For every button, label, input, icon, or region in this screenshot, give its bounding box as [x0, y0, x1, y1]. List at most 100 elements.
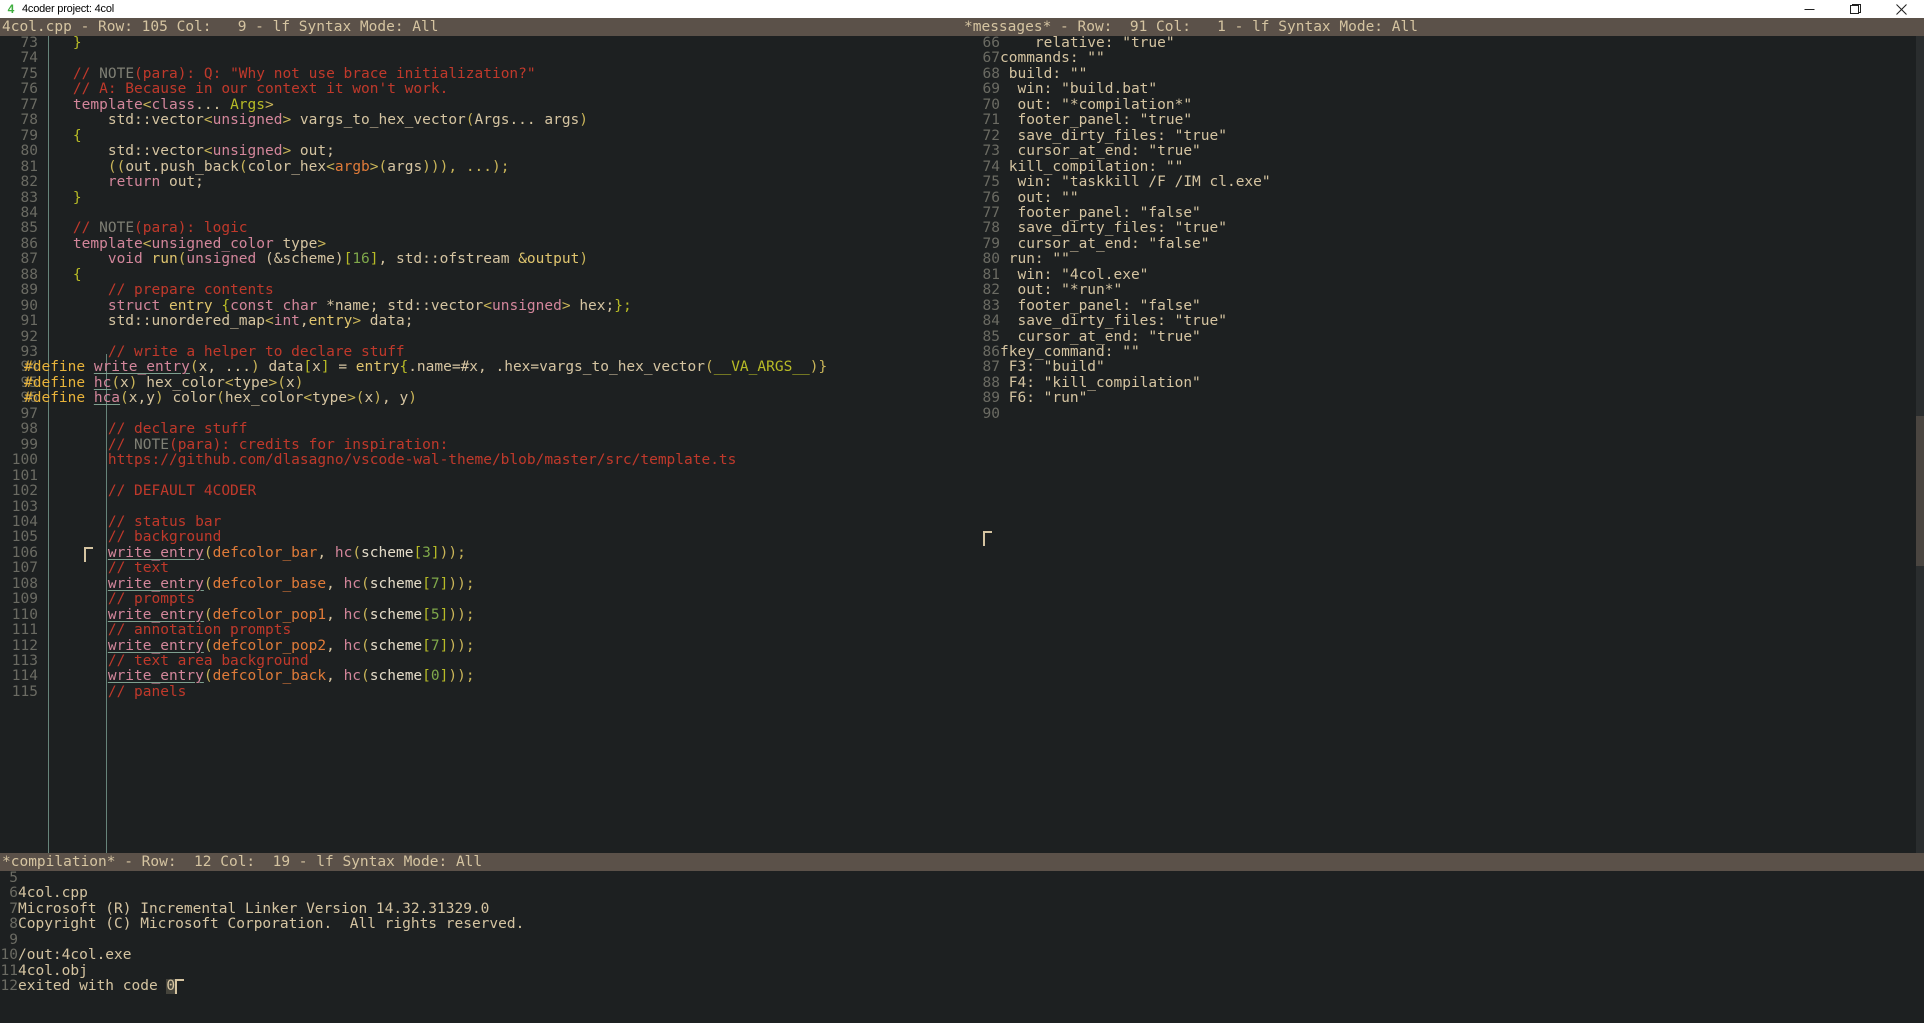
code-line[interactable]: 108 write_entry(defcolor_base, hc(scheme… — [0, 575, 962, 592]
message-line[interactable]: 78 save_dirty_files: "true" — [962, 220, 1227, 236]
line-number: 108 — [11, 575, 38, 592]
code-line[interactable]: 102 // DEFAULT 4CODER — [0, 483, 962, 500]
code-line[interactable]: 109 // prompts — [0, 591, 962, 607]
code-line[interactable]: 76 // A: Because in our context it won't… — [0, 81, 962, 97]
code-line[interactable]: 79 { — [0, 127, 962, 144]
code-token: char — [282, 297, 318, 314]
code-line[interactable]: 114 write_entry(defcolor_back, hc(scheme… — [0, 668, 962, 684]
code-line[interactable]: 93 // write a helper to declare stuff — [0, 344, 962, 360]
line-number: 93 — [20, 344, 38, 360]
code-line[interactable]: 86 template<unsigned_color type> — [0, 236, 962, 252]
right-panel-status-bar[interactable]: *messages* - Row: 91 Col: 1 - lf Syntax … — [962, 18, 1924, 36]
code-line[interactable]: 111 // annotation prompts — [0, 622, 962, 638]
code-line[interactable]: 87 void run(unsigned (&scheme)[16], std:… — [0, 251, 962, 267]
code-line-text: } — [38, 36, 82, 51]
compilation-line[interactable]: 7Microsoft (R) Incremental Linker Versio… — [0, 901, 489, 917]
code-line[interactable]: 81 ((out.push_back(color_hex<argb>(args)… — [0, 159, 962, 175]
compilation-line[interactable]: 8Copyright (C) Microsoft Corporation. Al… — [0, 916, 524, 932]
message-line[interactable]: 76 out: "" — [962, 190, 1079, 206]
line-number: 102 — [11, 483, 38, 500]
code-line[interactable]: 92 — [0, 329, 962, 345]
code-editor-right[interactable]: 66 relative: "true" 67commands: "" 68 buil… — [962, 36, 1924, 853]
code-line[interactable]: 115 // panels — [0, 684, 962, 700]
code-line[interactable]: 104 // status bar — [0, 514, 962, 530]
message-line[interactable]: 77 footer_panel: "false" — [962, 205, 1201, 221]
message-line[interactable]: 87 F3: "build" — [962, 359, 1105, 375]
code-token: (para): logic — [134, 220, 248, 237]
line-number: 79 — [20, 127, 38, 144]
close-button[interactable] — [1878, 0, 1924, 18]
message-line[interactable]: 90 — [962, 406, 1000, 422]
compilation-line[interactable]: 64col.cpp — [0, 885, 88, 901]
code-line[interactable]: 83 } — [0, 190, 962, 206]
message-line[interactable]: 74 kill_compilation: "" — [962, 159, 1184, 175]
message-line[interactable]: 82 out: "*run*" — [962, 282, 1123, 298]
message-line[interactable]: 73 cursor_at_end: "true" — [962, 143, 1201, 159]
message-line[interactable]: 70 out: "*compilation*" — [962, 97, 1193, 113]
code-line[interactable]: 95#define hc(x) hex_color<type>(x) — [0, 375, 962, 391]
code-line[interactable]: 100 https://github.com/dlasagno/vscode-w… — [0, 452, 962, 468]
message-line[interactable]: 86fkey_command: "" — [962, 344, 1140, 360]
code-line[interactable]: 84 — [0, 205, 962, 221]
code-line[interactable]: 78 std::vector<unsigned> vargs_to_hex_ve… — [0, 112, 962, 129]
message-line[interactable]: 85 cursor_at_end: "true" — [962, 329, 1201, 345]
code-line[interactable]: 80 std::vector<unsigned> out; — [0, 143, 962, 159]
code-line[interactable]: 106 write_entry(defcolor_bar, hc(scheme[… — [0, 545, 962, 561]
code-line[interactable]: 107 // text — [0, 560, 962, 576]
minimize-button[interactable] — [1786, 0, 1832, 18]
compilation-line[interactable]: 9 — [0, 932, 18, 948]
code-line[interactable]: 94#define write_entry(x, ...) data[x] = … — [0, 359, 962, 375]
code-line[interactable]: 85 // NOTE(para): logic — [0, 220, 962, 237]
code-line[interactable]: 105 // background — [0, 529, 962, 545]
maximize-button[interactable] — [1832, 0, 1878, 18]
code-line-text: { — [38, 128, 82, 144]
code-token: std::vector — [38, 112, 204, 129]
compilation-line[interactable]: 114col.obj — [0, 963, 88, 979]
code-line[interactable]: 89 // prepare contents — [0, 282, 962, 298]
message-line[interactable]: 75 win: "taskkill /F /IM cl.exe" — [962, 174, 1271, 190]
compilation-panel-status-bar[interactable]: *compilation* - Row: 12 Col: 19 - lf Syn… — [0, 853, 1924, 871]
code-line[interactable]: 112 write_entry(defcolor_pop2, hc(scheme… — [0, 638, 962, 654]
code-line[interactable]: 103 — [0, 499, 962, 515]
message-line[interactable]: 67commands: "" — [962, 50, 1105, 66]
compilation-line[interactable]: 12exited with code 0 — [0, 978, 176, 994]
code-token: unsigned — [212, 112, 283, 129]
message-line[interactable]: 66 relative: "true" — [962, 36, 1175, 51]
code-line[interactable]: 113 // text area background — [0, 653, 962, 669]
message-line[interactable]: 72 save_dirty_files: "true" — [962, 128, 1227, 144]
code-line[interactable]: 96#define hca(x,y) color(hex_color<type>… — [0, 390, 962, 406]
code-editor-left[interactable]: 73 } 74 75 // NOTE(para): Q: "Why not use … — [0, 36, 962, 853]
message-line[interactable]: 68 build: "" — [962, 66, 1088, 82]
right-pane-scrollbar-track[interactable] — [1916, 36, 1924, 853]
code-line[interactable]: 99 // NOTE(para): credits for inspiratio… — [0, 437, 962, 453]
code-line-text: ((out.push_back(color_hex<argb>(args))),… — [38, 159, 510, 175]
message-line[interactable]: 71 footer_panel: "true" — [962, 112, 1193, 128]
compilation-line[interactable]: 5 — [0, 871, 18, 886]
compilation-line[interactable]: 10/out:4col.exe — [0, 947, 132, 963]
code-line[interactable]: 74 — [0, 50, 962, 66]
code-line[interactable]: 91 std::unordered_map<int,entry> data; — [0, 313, 962, 329]
message-line[interactable]: 81 win: "4col.exe" — [962, 267, 1149, 283]
code-line[interactable]: 82 return out; — [0, 174, 962, 190]
compilation-output-panel[interactable]: 5 64col.cpp 7Microsoft (R) Incremental Lin… — [0, 871, 1924, 1023]
left-panel-status-bar[interactable]: 4col.cpp - Row: 105 Col: 9 - lf Syntax M… — [0, 18, 962, 36]
code-line[interactable]: 110 write_entry(defcolor_pop1, hc(scheme… — [0, 607, 962, 623]
code-line[interactable]: 97 — [0, 406, 962, 422]
message-line[interactable]: 89 F6: "run" — [962, 390, 1088, 406]
code-line[interactable]: 90 struct entry {const char *name; std::… — [0, 297, 962, 314]
pane-divider-vertical[interactable] — [955, 36, 962, 853]
code-line[interactable]: 98 // declare stuff — [0, 421, 962, 437]
code-line[interactable]: 77 template<class... Args> — [0, 97, 962, 113]
message-line[interactable]: 88 F4: "kill_compilation" — [962, 375, 1201, 391]
message-line[interactable]: 80 run: "" — [962, 251, 1070, 267]
code-line[interactable]: 73 } — [0, 36, 962, 51]
code-line[interactable]: 75 // NOTE(para): Q: "Why not use brace … — [0, 66, 962, 82]
code-line[interactable]: 101 — [0, 468, 962, 484]
message-line[interactable]: 79 cursor_at_end: "false" — [962, 236, 1210, 252]
right-pane-scrollbar-thumb[interactable] — [1916, 416, 1924, 566]
message-line[interactable]: 83 footer_panel: "false" — [962, 298, 1201, 314]
code-token: > — [282, 112, 292, 129]
message-line[interactable]: 69 win: "build.bat" — [962, 81, 1158, 97]
message-line[interactable]: 84 save_dirty_files: "true" — [962, 313, 1227, 329]
code-line[interactable]: 88 { — [0, 267, 962, 283]
